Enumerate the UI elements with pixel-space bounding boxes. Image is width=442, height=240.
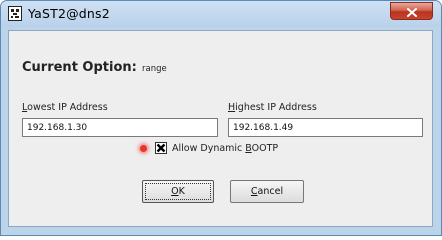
current-option-label: Current Option: [22,60,137,75]
window-title: YaST2@dns2 [28,6,110,21]
highest-ip-label: Highest IP Address [228,102,317,113]
allow-dynamic-bootp-label[interactable]: Allow Dynamic BOOTP [172,143,278,154]
checkmark-x-icon [156,143,166,153]
highest-ip-input[interactable] [228,118,423,137]
focus-indicator-dot [140,145,147,152]
dialog-window: YaST2@dns2 Current Option: range Lowest … [0,0,442,236]
title-bar[interactable]: YaST2@dns2 [1,1,441,27]
dialog-content: Current Option: range Lowest IP Address … [8,30,433,227]
close-icon [406,2,417,21]
ok-button[interactable]: OK [142,180,214,203]
lowest-ip-input[interactable] [22,118,218,137]
allow-dynamic-bootp-checkbox[interactable] [155,142,167,154]
yast-app-icon [8,6,22,21]
close-button[interactable] [390,2,433,20]
current-option-value: range [142,64,167,74]
cancel-button[interactable]: Cancel [230,180,304,203]
lowest-ip-label: Lowest IP Address [22,102,108,113]
